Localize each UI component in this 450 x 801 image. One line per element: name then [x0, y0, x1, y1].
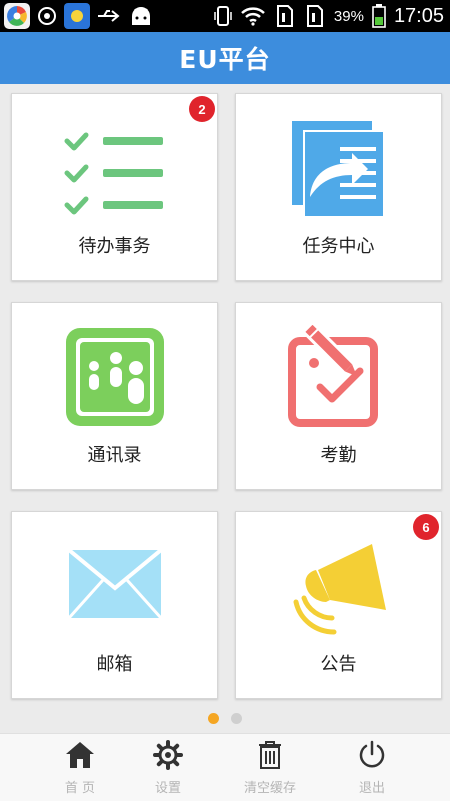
- battery-percent: 39%: [333, 7, 364, 25]
- tile-label: 邮箱: [96, 654, 133, 675]
- attendance-icon: [287, 325, 378, 427]
- system-status: 39% 17:05: [214, 0, 444, 32]
- contacts-icon: [65, 328, 164, 426]
- tile-contacts[interactable]: 通讯录: [11, 302, 218, 490]
- tile-todo[interactable]: 待办事务 2: [11, 93, 218, 281]
- weather-sun-icon: [64, 3, 90, 29]
- app-store-icon: [4, 3, 30, 29]
- tile-attendance[interactable]: 考勤: [235, 302, 442, 490]
- envelope-icon: [68, 550, 161, 618]
- sim-signal-icon: [276, 5, 293, 27]
- trash-icon: [259, 741, 281, 769]
- tile-mail[interactable]: 邮箱: [11, 511, 218, 699]
- tile-label: 公告: [320, 654, 357, 675]
- page-indicator: [0, 713, 450, 724]
- checklist-icon: [64, 132, 163, 215]
- tile-task-center[interactable]: 任务中心: [235, 93, 442, 281]
- unread-badge: 2: [189, 96, 215, 122]
- tile-label: 待办事务: [78, 236, 151, 257]
- task-document-icon: [291, 121, 385, 217]
- nav-label: 退出: [358, 781, 385, 796]
- speaker-icon: [293, 544, 386, 635]
- wifi-icon: [241, 7, 265, 26]
- sim-signal-icon: [306, 5, 323, 27]
- clock: 17:05: [393, 4, 444, 27]
- phone-vibrate-icon: [214, 6, 232, 26]
- status-bar: 39% 17:05: [0, 0, 450, 32]
- tile-notice[interactable]: 公告 6: [235, 511, 442, 699]
- battery-icon: [372, 4, 386, 28]
- android-icon: [132, 7, 150, 25]
- home-icon: [66, 742, 94, 768]
- nav-label: 设置: [154, 781, 181, 796]
- notification-icons: [4, 3, 154, 29]
- browser-icon: [38, 7, 56, 25]
- nav-clear-cache[interactable]: 清空缓存: [214, 734, 326, 801]
- bottom-nav-bar: 首 页 设置 清空缓存 退出: [0, 733, 450, 801]
- power-icon: [359, 740, 385, 768]
- gear-icon: [153, 740, 183, 770]
- nav-label: 清空缓存: [243, 781, 296, 796]
- unread-badge: 6: [413, 514, 439, 540]
- nav-settings[interactable]: 设置: [112, 734, 224, 801]
- tile-label: 任务中心: [302, 236, 375, 257]
- tile-label: 考勤: [320, 445, 357, 466]
- nav-logout[interactable]: 退出: [316, 734, 428, 801]
- tile-label: 通讯录: [87, 445, 142, 466]
- title-bar: EU平台: [0, 32, 450, 84]
- usb-icon: [98, 10, 120, 22]
- page-dot-active[interactable]: [208, 713, 219, 724]
- page-title: EU平台: [179, 45, 271, 74]
- page-dot[interactable]: [231, 713, 242, 724]
